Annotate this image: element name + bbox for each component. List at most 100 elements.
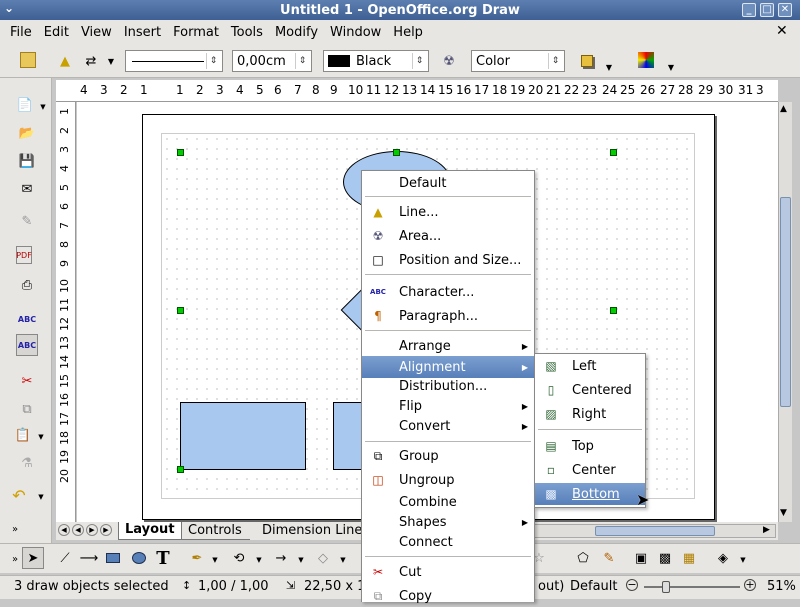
dropdown-arrow-icon[interactable]: ▼ [204,549,226,571]
connector-tool-icon[interactable]: ⟲ [228,547,250,569]
shadow-icon[interactable] [576,50,598,72]
selection-handle[interactable] [610,149,617,156]
scroll-down-icon[interactable]: ▼ [780,508,787,518]
menu-item-cut[interactable]: ✂ Cut [362,561,534,583]
selection-handle[interactable] [177,149,184,156]
scroll-right-icon[interactable]: ▶ [763,525,770,535]
menu-file[interactable]: File [0,25,38,40]
lines-arrows-icon[interactable]: → [270,547,292,569]
menu-item-character[interactable]: ABC Character... [362,281,534,303]
text-tool-icon[interactable]: T [152,547,174,569]
zoom-slider[interactable] [644,581,740,593]
edit-file-icon[interactable]: ✎ [16,210,38,232]
email-icon[interactable]: ✉ [16,178,38,200]
vertical-scrollbar[interactable]: ▲ ▼ [778,102,792,522]
horizontal-scrollbar[interactable]: ▶ [528,524,776,538]
line-style-select[interactable]: ⇕ [125,50,223,72]
zoom-out-icon[interactable]: − [626,579,638,591]
menu-view[interactable]: View [75,25,118,40]
menu-item-shapes[interactable]: Shapes ▶ [362,511,534,533]
align-bottom-item[interactable]: ▩ Bottom [535,483,645,505]
copy-icon[interactable]: ⧉ [16,398,38,420]
basic-shapes-icon[interactable]: ◇ [312,547,334,569]
line-color-select[interactable]: Black ⇕ [323,50,429,72]
tab-next-icon[interactable]: ▶ [86,524,98,536]
export-pdf-icon[interactable]: PDF [16,246,32,264]
points-icon[interactable]: ⬠ [572,547,594,569]
menu-tools[interactable]: Tools [225,25,269,40]
autospellcheck-icon[interactable]: ABC [16,334,38,356]
dropdown-arrow-icon[interactable]: ▼ [30,426,52,448]
rectangle-shape-1[interactable] [180,402,306,470]
scrollbar-thumb[interactable] [595,526,715,536]
menu-modify[interactable]: Modify [269,25,324,40]
color-palette-icon[interactable] [638,52,654,68]
arrow-style-icon[interactable]: ⇄ [80,50,102,72]
toolbar-overflow-icon[interactable]: » [4,518,26,540]
from-file-icon[interactable]: ▩ [654,547,676,569]
menu-item-paragraph[interactable]: ¶ Paragraph... [362,305,534,327]
scroll-up-icon[interactable]: ▲ [780,104,787,114]
menu-item-position-size[interactable]: □ Position and Size... [362,249,534,271]
select-pointer-icon[interactable]: ➤ [22,547,44,569]
menu-item-flip[interactable]: Flip ▶ [362,395,534,417]
clone-formatting-icon[interactable]: ⚗ [16,452,38,474]
align-top-item[interactable]: ▤ Top [535,435,645,457]
fontwork-icon[interactable]: ▣ [630,547,652,569]
menu-item-distribution[interactable]: Distribution... [362,375,534,397]
selection-handle[interactable] [177,307,184,314]
tab-prev-icon[interactable]: ◀ [72,524,84,536]
scrollbar-thumb[interactable] [780,197,791,407]
menu-item-convert[interactable]: Convert ▶ [362,415,534,437]
dropdown-arrow-icon[interactable]: ▼ [660,56,682,78]
align-centered-item[interactable]: ▯ Centered [535,379,645,401]
selection-handle[interactable] [393,149,400,156]
selection-handle[interactable] [610,307,617,314]
gluepoints-icon[interactable]: ✎ [598,547,620,569]
menu-item-line[interactable]: ▲ Line... [362,201,534,223]
close-document-icon[interactable]: ✕ [776,23,788,39]
menu-item-area[interactable]: ☢ Area... [362,225,534,247]
dropdown-arrow-icon[interactable]: ▼ [32,96,54,118]
line-icon[interactable]: ▲ [54,50,76,72]
minimize-icon[interactable]: _ [742,3,756,17]
selection-handle[interactable] [177,466,184,473]
zoom-slider-handle[interactable] [662,581,670,593]
line-width-field[interactable]: 0,00cm ⇕ [232,50,312,72]
menu-item-arrange[interactable]: Arrange ▶ [362,335,534,357]
dropdown-arrow-icon[interactable]: ▼ [30,486,52,508]
tab-layout[interactable]: Layout [118,522,182,540]
align-center-item[interactable]: ▫ Center [535,459,645,481]
tab-controls[interactable]: Controls [180,522,250,540]
styles-icon[interactable] [20,52,36,68]
menu-item-connect[interactable]: Connect [362,531,534,553]
align-left-item[interactable]: ▧ Left [535,355,645,377]
menu-help[interactable]: Help [387,25,429,40]
align-right-item[interactable]: ▨ Right [535,403,645,425]
menu-edit[interactable]: Edit [38,25,75,40]
zoom-in-icon[interactable]: + [744,579,756,591]
window-menu-icon[interactable]: ⌄ [4,1,14,15]
menu-item-default[interactable]: Default [362,172,534,194]
print-icon[interactable]: ⎙ [16,274,38,296]
rectangle-tool-icon[interactable] [102,547,124,569]
area-style-select[interactable]: Color ⇕ [471,50,565,72]
close-window-icon[interactable]: ✕ [778,3,792,17]
save-icon[interactable]: 💾 [16,150,38,172]
open-folder-icon[interactable]: 📂 [16,122,38,144]
gallery-icon[interactable]: ▦ [678,547,700,569]
line-tool-icon[interactable]: ⟋ [54,547,76,569]
ellipse-tool-icon[interactable] [128,547,150,569]
extrusion-icon[interactable]: ◈ [712,547,734,569]
dropdown-arrow-icon[interactable]: ▼ [290,549,312,571]
dropdown-arrow-icon[interactable]: ▼ [598,56,620,78]
dropdown-arrow-icon[interactable]: ▼ [100,50,122,72]
menu-item-combine[interactable]: Combine [362,491,534,513]
menu-item-copy[interactable]: ⧉ Copy [362,585,534,607]
tab-dimension-lines[interactable]: Dimension Lines [254,522,377,540]
menu-item-ungroup[interactable]: ◫ Ungroup [362,469,534,491]
undo-icon[interactable]: ↶ [8,484,30,506]
menu-format[interactable]: Format [167,25,225,40]
menu-insert[interactable]: Insert [118,25,167,40]
menu-window[interactable]: Window [324,25,387,40]
